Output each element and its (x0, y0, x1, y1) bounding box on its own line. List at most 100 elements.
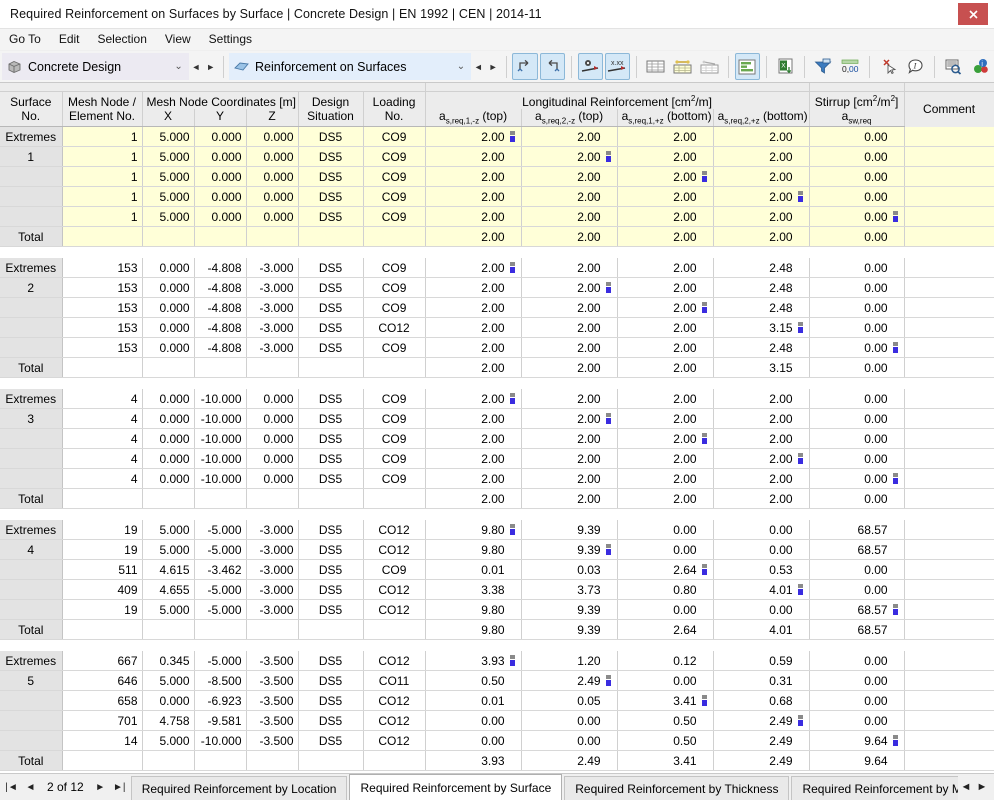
cell-value-5[interactable]: 0.00 (809, 147, 904, 167)
table-total-row[interactable]: Total3.932.493.412.499.64 (0, 751, 994, 771)
cell-mesh-node[interactable]: 701 (62, 711, 142, 731)
table-row[interactable]: 56465.000-8.500-3.500DS5CO110.502.490.00… (0, 671, 994, 691)
total-value-4[interactable]: 2.00 (713, 489, 809, 509)
cell-value-1[interactable]: 2.00 (425, 167, 521, 187)
cell-value-1[interactable]: 0.00 (425, 711, 521, 731)
cell-mesh-node[interactable]: 19 (62, 600, 142, 620)
cell-comment[interactable] (904, 600, 994, 620)
cell-value-1[interactable]: 3.93 (425, 651, 521, 671)
table-row[interactable]: 6580.000-6.923-3.500DS5CO120.010.053.410… (0, 691, 994, 711)
cell-value-2[interactable]: 2.00 (521, 429, 617, 449)
cell-value-2[interactable]: 0.00 (521, 711, 617, 731)
cell-value-4[interactable]: 2.49 (713, 711, 809, 731)
cell-coord-y[interactable]: -10.000 (194, 389, 246, 409)
cell-coord-y[interactable]: -3.462 (194, 560, 246, 580)
cell-coord-y[interactable]: -10.000 (194, 449, 246, 469)
cell-value-4[interactable]: 2.00 (713, 127, 809, 147)
cell-value-1[interactable]: 9.80 (425, 600, 521, 620)
total-value-1[interactable]: 2.00 (425, 227, 521, 247)
cell-value-3[interactable]: 0.00 (617, 600, 713, 620)
menu-item-settings[interactable]: Settings (200, 29, 261, 50)
table-row[interactable]: 340.000-10.0000.000DS5CO92.002.002.002.0… (0, 409, 994, 429)
cell-coord-z[interactable]: -3.000 (246, 580, 298, 600)
cell-coord-y[interactable]: -4.808 (194, 338, 246, 358)
cell-value-2[interactable]: 2.00 (521, 167, 617, 187)
cell-design-situation[interactable]: DS5 (298, 389, 363, 409)
show-numeric-values-icon[interactable]: x.xx (605, 53, 630, 80)
cell-design-situation[interactable]: DS5 (298, 469, 363, 489)
cell-design-situation[interactable]: DS5 (298, 580, 363, 600)
total-value-2[interactable]: 9.39 (521, 620, 617, 640)
cell-coord-x[interactable]: 0.000 (142, 338, 194, 358)
cell-value-3[interactable]: 2.00 (617, 147, 713, 167)
cell-comment[interactable] (904, 671, 994, 691)
cell-mesh-node[interactable]: 153 (62, 298, 142, 318)
cell-loading-no[interactable]: CO12 (363, 711, 425, 731)
col-as-req-1-top[interactable]: as,req,1,-z (top) (425, 109, 521, 127)
cell-value-2[interactable]: 0.00 (521, 731, 617, 751)
cell-coord-y[interactable]: 0.000 (194, 127, 246, 147)
cell-coord-z[interactable]: 0.000 (246, 449, 298, 469)
total-value-1[interactable]: 2.00 (425, 489, 521, 509)
cell-loading-no[interactable]: CO9 (363, 560, 425, 580)
total-value-2[interactable]: 2.00 (521, 358, 617, 378)
col-design-situation-l2[interactable]: Situation (298, 109, 363, 127)
table-row[interactable]: 4195.000-5.000-3.000DS5CO129.809.390.000… (0, 540, 994, 560)
cell-coord-x[interactable]: 4.758 (142, 711, 194, 731)
cell-design-situation[interactable]: DS5 (298, 560, 363, 580)
cell-value-2[interactable]: 2.00 (521, 207, 617, 227)
cell-loading-no[interactable]: CO9 (363, 298, 425, 318)
cell-comment[interactable] (904, 207, 994, 227)
cell-design-situation[interactable]: DS5 (298, 691, 363, 711)
cell-value-4[interactable]: 2.00 (713, 187, 809, 207)
cell-value-4[interactable]: 0.00 (713, 520, 809, 540)
filter-icon[interactable] (811, 53, 836, 80)
cell-design-situation[interactable]: DS5 (298, 731, 363, 751)
cell-coord-y[interactable]: -4.808 (194, 258, 246, 278)
cell-value-1[interactable]: 0.01 (425, 560, 521, 580)
cell-value-4[interactable]: 2.00 (713, 147, 809, 167)
cell-value-3[interactable]: 2.00 (617, 429, 713, 449)
cell-design-situation[interactable]: DS5 (298, 540, 363, 560)
cell-value-3[interactable]: 2.00 (617, 127, 713, 147)
cell-design-situation[interactable]: DS5 (298, 278, 363, 298)
col-z[interactable]: Z (246, 109, 298, 127)
table-row[interactable]: 195.000-5.000-3.000DS5CO129.809.390.000.… (0, 600, 994, 620)
export-excel-icon[interactable]: X (773, 53, 798, 80)
cell-value-4[interactable]: 0.59 (713, 651, 809, 671)
table-row[interactable]: 40.000-10.0000.000DS5CO92.002.002.002.00… (0, 469, 994, 489)
cell-value-1[interactable]: 2.00 (425, 429, 521, 449)
table-row[interactable]: 40.000-10.0000.000DS5CO92.002.002.002.00… (0, 449, 994, 469)
table-row[interactable]: Extremes1530.000-4.808-3.000DS5CO92.002.… (0, 258, 994, 278)
cell-loading-no[interactable]: CO9 (363, 127, 425, 147)
cell-coord-x[interactable]: 0.000 (142, 449, 194, 469)
table-total-row[interactable]: Total2.002.002.002.000.00 (0, 227, 994, 247)
cell-coord-y[interactable]: -8.500 (194, 671, 246, 691)
cell-mesh-node[interactable]: 4 (62, 389, 142, 409)
cell-design-situation[interactable]: DS5 (298, 520, 363, 540)
cell-value-1[interactable]: 2.00 (425, 469, 521, 489)
cell-comment[interactable] (904, 560, 994, 580)
col-as-req-2-bottom[interactable]: as,req,2,+z (bottom) (713, 109, 809, 127)
table-row[interactable]: Extremes195.000-5.000-3.000DS5CO129.809.… (0, 520, 994, 540)
total-value-1[interactable]: 2.00 (425, 358, 521, 378)
cell-value-1[interactable]: 0.00 (425, 731, 521, 751)
table-row[interactable]: 15.0000.0000.000DS5CO92.002.002.002.000.… (0, 187, 994, 207)
cell-coord-z[interactable]: -3.000 (246, 600, 298, 620)
table-all-icon[interactable] (643, 53, 668, 80)
cell-coord-x[interactable]: 0.000 (142, 389, 194, 409)
sheet-tab-prev-button[interactable]: ◄ (958, 781, 974, 793)
cell-loading-no[interactable]: CO9 (363, 258, 425, 278)
cell-coord-y[interactable]: -10.000 (194, 731, 246, 751)
col-comment[interactable]: Comment (904, 92, 994, 127)
cell-coord-z[interactable]: -3.500 (246, 651, 298, 671)
cell-value-4[interactable]: 0.68 (713, 691, 809, 711)
cell-value-2[interactable]: 2.00 (521, 469, 617, 489)
cell-value-1[interactable]: 2.00 (425, 278, 521, 298)
cell-value-2[interactable]: 2.00 (521, 318, 617, 338)
cell-coord-z[interactable]: 0.000 (246, 167, 298, 187)
cell-value-3[interactable]: 0.00 (617, 671, 713, 691)
cell-value-2[interactable]: 1.20 (521, 651, 617, 671)
cell-coord-z[interactable]: 0.000 (246, 127, 298, 147)
cell-value-4[interactable]: 4.01 (713, 580, 809, 600)
